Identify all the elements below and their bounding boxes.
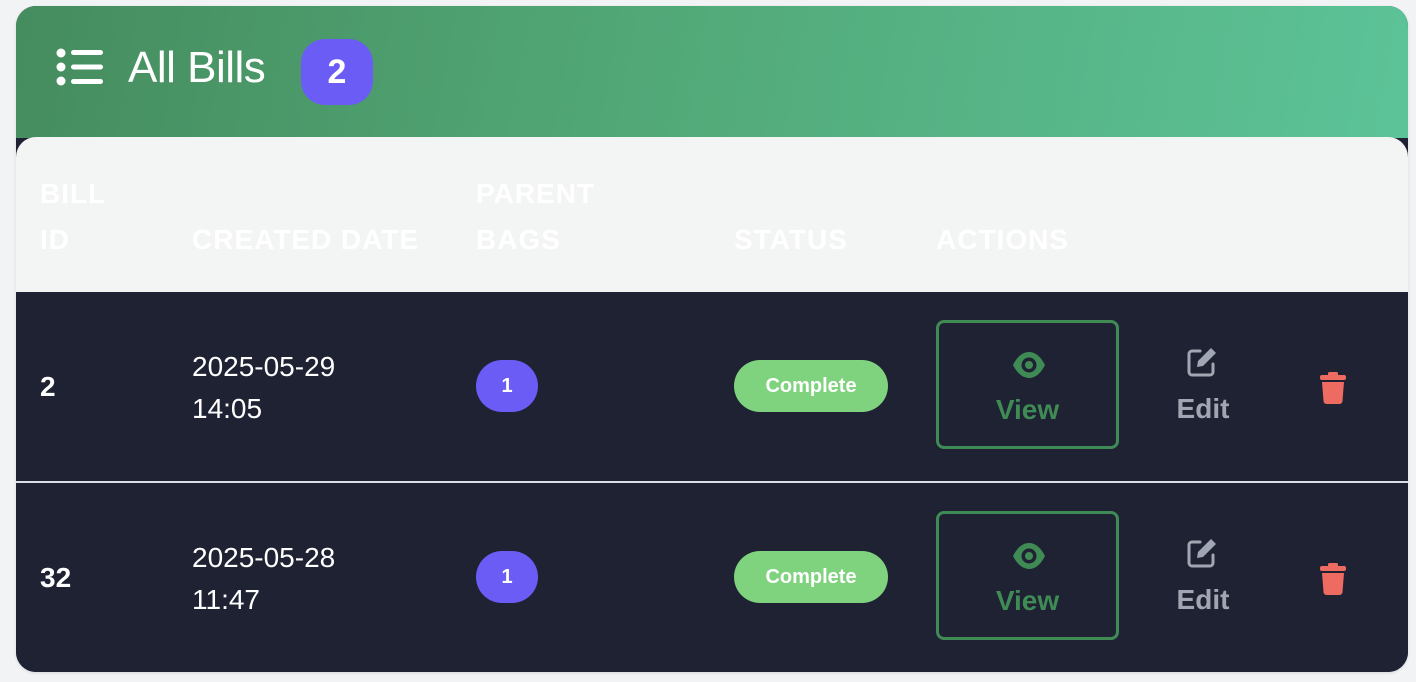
created-date-cell: 2025-05-29 14:05 [192,351,336,424]
status-badge: Complete [734,360,888,412]
edit-icon [1187,348,1216,377]
column-header-created-date: CREATED DATE [192,224,420,255]
table-row: 2 2025-05-29 14:05 1 Complete View Edit [16,292,1408,483]
trash-icon [1320,563,1346,595]
view-label: View [995,394,1060,425]
delete-button[interactable] [1316,563,1350,597]
page-title: All Bills [128,43,266,92]
edit-button[interactable]: Edit [1156,533,1250,623]
column-header-actions: ACTIONS [936,224,1069,255]
trash-icon [1320,372,1346,404]
column-header-status: STATUS [734,224,848,255]
table-header: BILL ID CREATED DATE PARENT BAGS STATUS … [16,137,1408,292]
delete-button[interactable] [1316,372,1350,406]
bill-id-cell: 2 [40,371,56,402]
bills-card: All Bills 2 BILL ID CREATED DATE PARENT … [16,6,1408,672]
created-date-cell: 2025-05-28 11:47 [192,542,336,615]
parent-bags-badge: 1 [476,551,538,603]
list-icon [56,48,103,86]
view-label: View [995,585,1060,616]
column-header-bill-id: BILL ID [40,178,107,255]
edit-button[interactable]: Edit [1156,342,1250,432]
view-button[interactable]: View [936,320,1119,449]
eye-icon [1013,352,1045,378]
edit-label: Edit [1176,584,1230,615]
bill-count-badge: 2 [301,39,373,105]
parent-bags-badge: 1 [476,360,538,412]
column-header-parent-bags: PARENT BAGS [476,178,596,255]
eye-icon [1013,543,1045,569]
view-button[interactable]: View [936,511,1119,640]
bill-id-cell: 32 [40,562,72,593]
table-row: 32 2025-05-28 11:47 1 Complete View Edit [16,483,1408,672]
status-badge: Complete [734,551,888,603]
bills-header: All Bills 2 [16,6,1408,138]
edit-icon [1187,539,1216,568]
edit-label: Edit [1176,393,1230,424]
